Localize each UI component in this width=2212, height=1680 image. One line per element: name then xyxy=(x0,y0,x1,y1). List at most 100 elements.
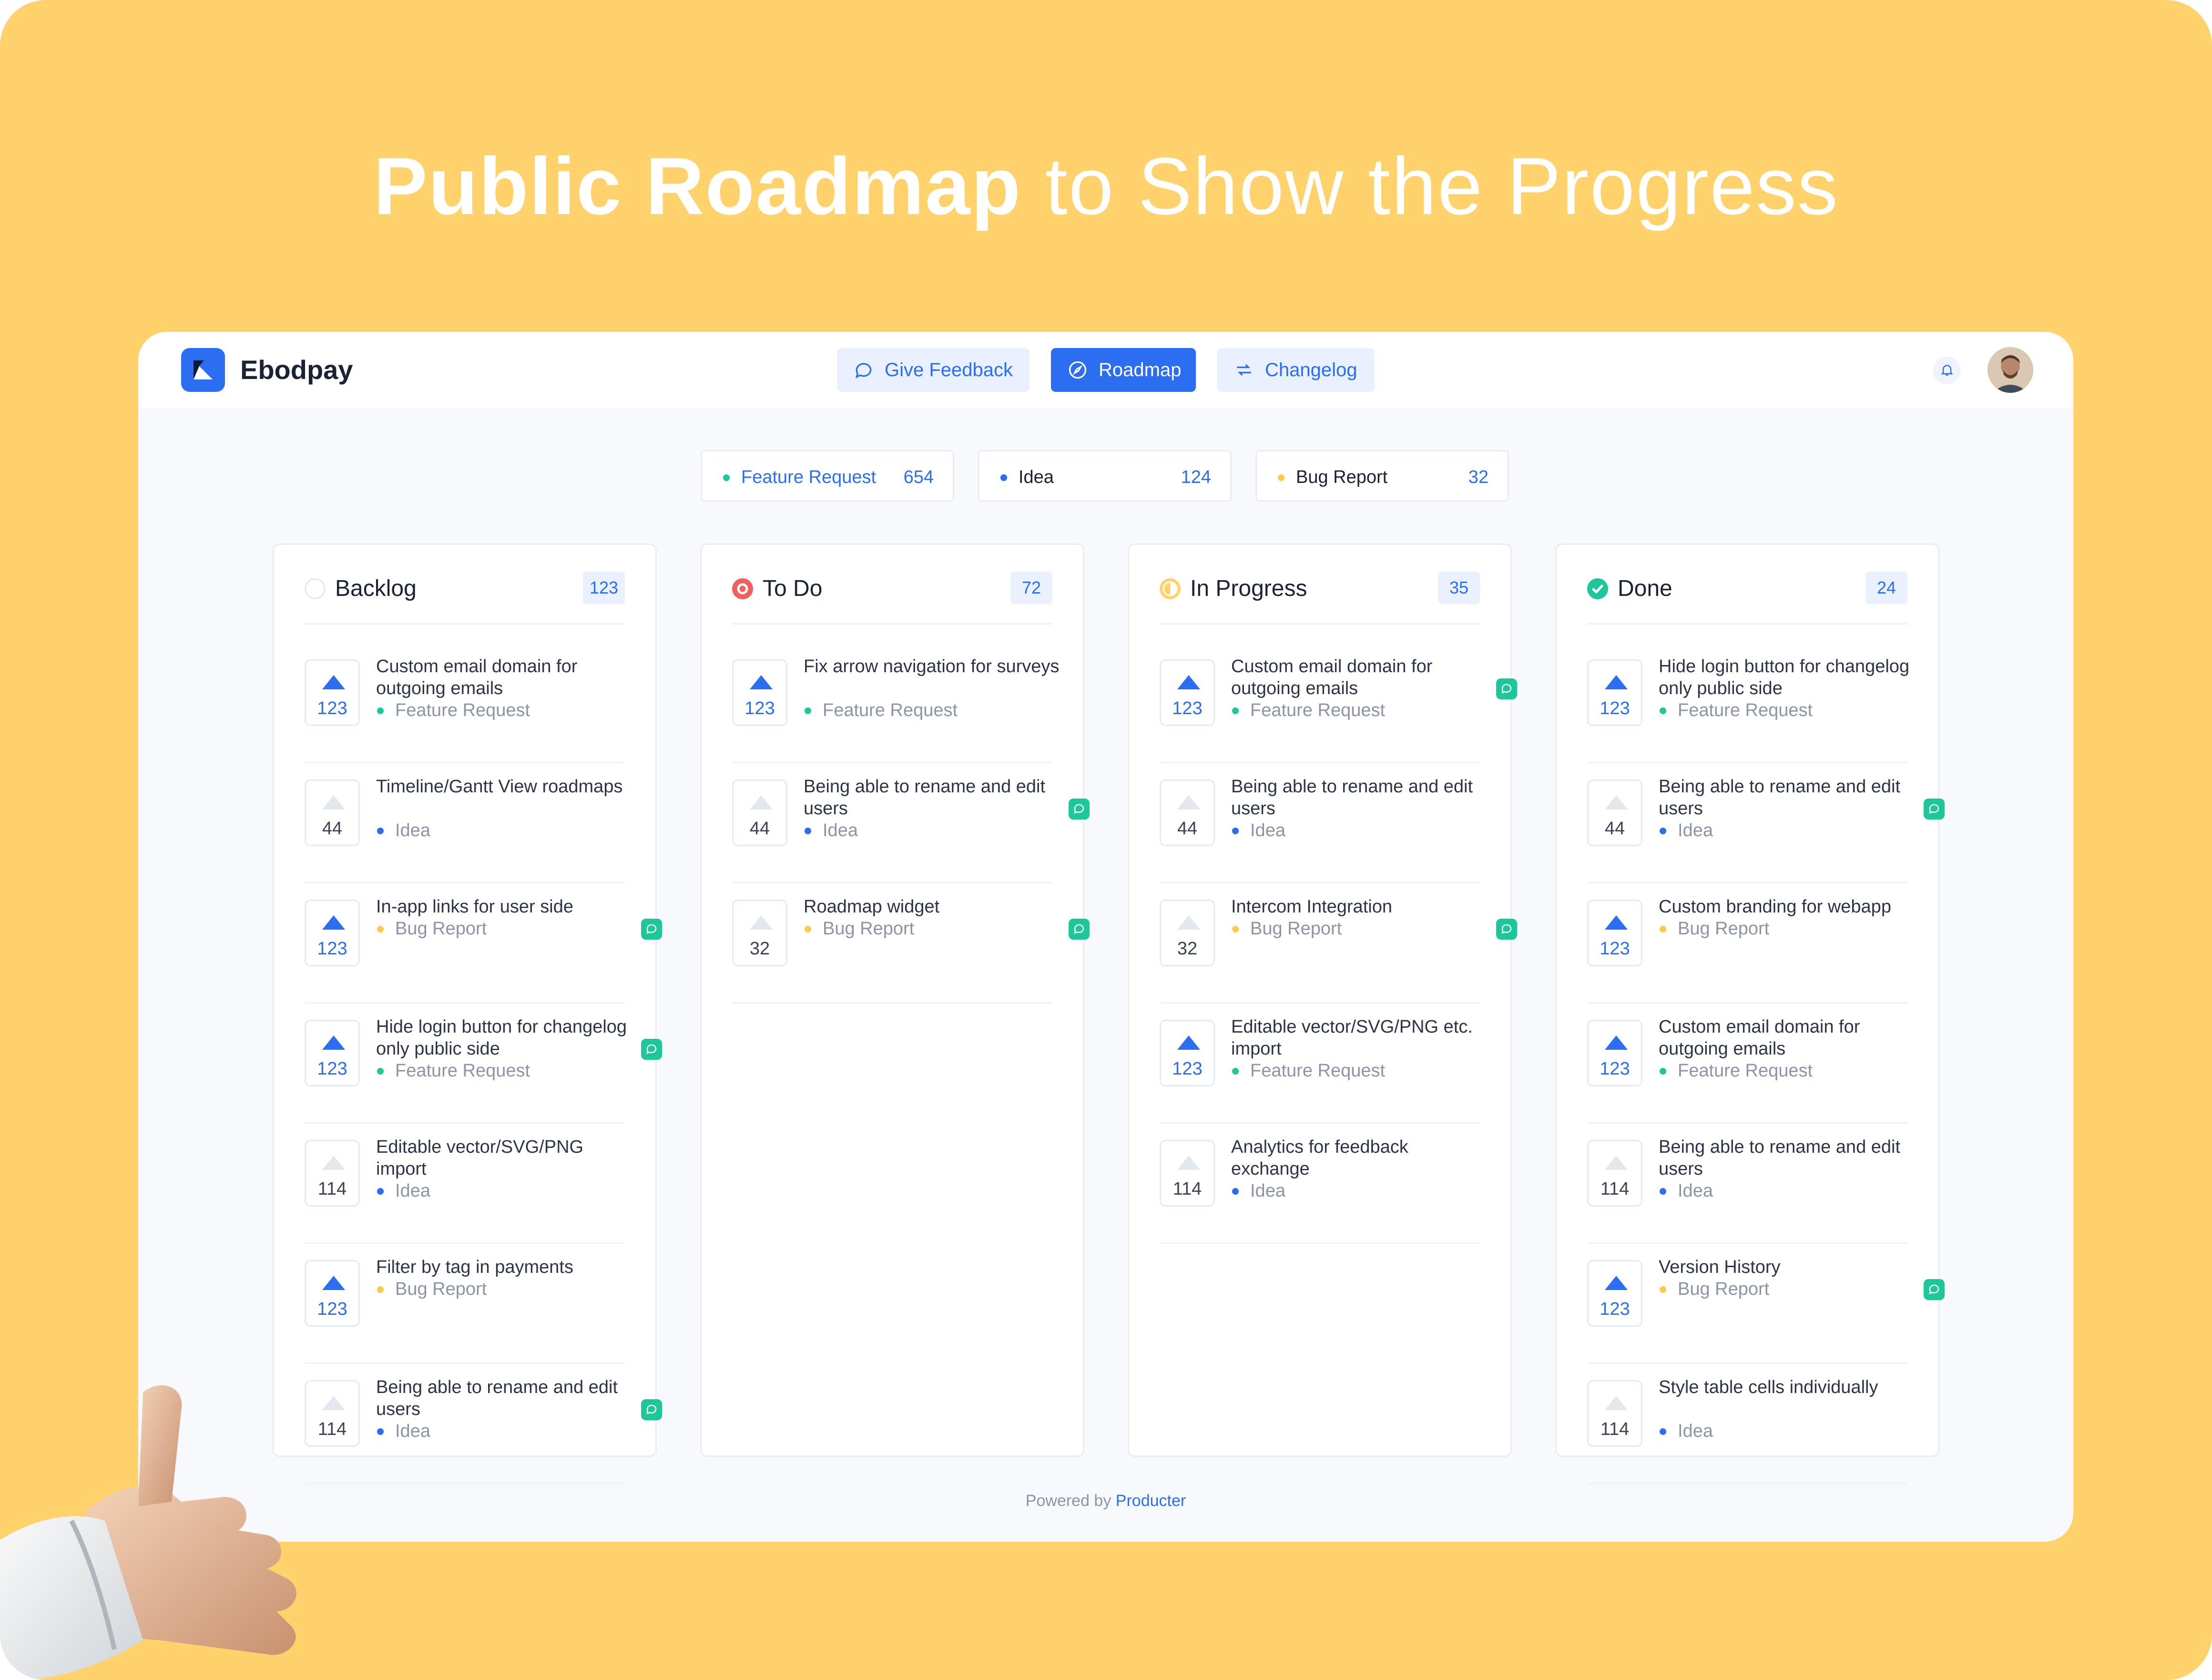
idea-dot xyxy=(1000,474,1007,481)
roadmap-button[interactable]: Roadmap xyxy=(1051,348,1196,392)
card-title[interactable]: Editable vector/SVG/PNG import xyxy=(376,1136,633,1180)
changelog-button[interactable]: Changelog xyxy=(1217,348,1375,392)
comment-icon[interactable] xyxy=(641,1039,662,1060)
upvote-button[interactable]: 123 xyxy=(1587,900,1642,966)
card-title[interactable]: Being able to rename and edit users xyxy=(1659,776,1916,820)
upvote-button[interactable]: 123 xyxy=(732,659,787,726)
roadmap-card[interactable]: 123 Custom email domain for outgoing emai… xyxy=(1587,1005,1907,1124)
card-title[interactable]: Being able to rename and edit users xyxy=(1231,776,1488,820)
tag-label: Idea xyxy=(395,1181,430,1201)
upvote-button[interactable]: 123 xyxy=(1587,1260,1642,1327)
filter-chip-bug-report[interactable]: Bug Report 32 xyxy=(1255,450,1509,502)
roadmap-card[interactable]: 123 Filter by tag in payments Bug Report xyxy=(305,1246,625,1364)
card-title[interactable]: Hide login button for changelog only pub… xyxy=(376,1016,633,1060)
upvote-button[interactable]: 123 xyxy=(1587,659,1642,726)
filter-chip-feature-request[interactable]: Feature Request 654 xyxy=(701,450,954,502)
card-title[interactable]: In-app links for user side xyxy=(376,896,633,918)
card-title[interactable]: Timeline/Gantt View roadmaps xyxy=(376,776,633,798)
notifications-button[interactable] xyxy=(1933,357,1961,384)
comment-icon[interactable] xyxy=(1069,799,1090,820)
card-title[interactable]: Editable vector/SVG/PNG etc. import xyxy=(1231,1016,1488,1060)
card-title[interactable]: Being able to rename and edit users xyxy=(1659,1136,1916,1180)
comment-icon[interactable] xyxy=(1069,919,1090,940)
roadmap-card[interactable]: 44 Being able to rename and edit users Ide… xyxy=(1587,765,1907,883)
card-title[interactable]: Roadmap widget xyxy=(804,896,1061,918)
roadmap-card[interactable]: 123 Custom email domain for outgoing emai… xyxy=(305,645,625,763)
card-title[interactable]: Custom email domain for outgoing emails xyxy=(1659,1016,1916,1060)
upvote-button[interactable]: 123 xyxy=(1160,659,1215,726)
card-title[interactable]: Filter by tag in payments xyxy=(376,1256,633,1278)
give-feedback-label: Give Feedback xyxy=(885,359,1013,380)
upvote-button[interactable]: 44 xyxy=(305,779,360,846)
roadmap-card[interactable]: 114 Style table cells individually Idea xyxy=(1587,1366,1907,1484)
card-title[interactable]: Being able to rename and edit users xyxy=(804,776,1061,820)
card-title[interactable]: Custom email domain for outgoing emails xyxy=(1231,656,1488,699)
user-avatar[interactable] xyxy=(1988,347,2033,393)
roadmap-card[interactable]: 114 Analytics for feedback exchange Idea xyxy=(1160,1126,1480,1244)
upvote-button[interactable]: 114 xyxy=(1587,1380,1642,1447)
roadmap-card[interactable]: 114 Being able to rename and edit users Id… xyxy=(1587,1126,1907,1244)
roadmap-card[interactable]: 123 Custom email domain for outgoing emai… xyxy=(1160,645,1480,763)
upvote-button[interactable]: 123 xyxy=(305,900,360,966)
logo-mark-icon[interactable] xyxy=(181,348,225,392)
filter-chip-idea[interactable]: Idea 124 xyxy=(978,450,1232,502)
card-title[interactable]: Fix arrow navigation for surveys xyxy=(804,656,1061,677)
vote-count: 32 xyxy=(749,939,770,959)
upvote-button[interactable]: 44 xyxy=(1587,779,1642,846)
upvote-button[interactable]: 44 xyxy=(1160,779,1215,846)
upvote-button[interactable]: 123 xyxy=(305,1260,360,1327)
tag-label: Bug Report xyxy=(395,1279,487,1299)
card-title[interactable]: Analytics for feedback exchange xyxy=(1231,1136,1488,1180)
card-tag: Feature Request xyxy=(376,1060,530,1082)
roadmap-card[interactable]: 44 Being able to rename and edit users Ide… xyxy=(1160,765,1480,883)
upvote-button[interactable]: 123 xyxy=(1587,1020,1642,1086)
card-title[interactable]: Intercom Integration xyxy=(1231,896,1488,918)
card-divider xyxy=(1160,1122,1480,1124)
card-title[interactable]: Hide login button for changelog only pub… xyxy=(1659,656,1916,699)
card-title[interactable]: Version History xyxy=(1659,1256,1916,1278)
tag-label: Feature Request xyxy=(1678,1061,1813,1081)
upvote-button[interactable]: 114 xyxy=(305,1140,360,1207)
roadmap-card[interactable]: 44 Being able to rename and edit users Ide… xyxy=(732,765,1052,883)
upvote-button[interactable]: 114 xyxy=(1160,1140,1215,1207)
card-title[interactable]: Custom email domain for outgoing emails xyxy=(376,656,633,699)
comment-icon[interactable] xyxy=(1924,1279,1945,1300)
column-header: Backlog 123 xyxy=(274,545,655,623)
card-title[interactable]: Style table cells individually xyxy=(1659,1376,1916,1398)
comment-icon[interactable] xyxy=(1924,799,1945,820)
comment-icon[interactable] xyxy=(641,1399,662,1420)
roadmap-card[interactable]: 123 In-app links for user side Bug Report xyxy=(305,885,625,1004)
vote-count: 114 xyxy=(1172,1179,1202,1199)
upvote-button[interactable]: 32 xyxy=(1160,900,1215,966)
roadmap-card[interactable]: 44 Timeline/Gantt View roadmaps Idea xyxy=(305,765,625,883)
upvote-button[interactable]: 123 xyxy=(305,1020,360,1086)
tag-dot xyxy=(1660,707,1666,714)
comment-icon[interactable] xyxy=(1496,919,1517,940)
roadmap-card[interactable]: 123 Fix arrow navigation for surveys Featu… xyxy=(732,645,1059,763)
todo-status-icon xyxy=(732,578,753,599)
filter-count: 654 xyxy=(903,467,934,487)
column-count-badge: 24 xyxy=(1865,572,1907,604)
give-feedback-button[interactable]: Give Feedback xyxy=(837,348,1030,392)
roadmap-card[interactable]: 32 Roadmap widget Bug Report xyxy=(732,885,1052,1004)
comment-icon[interactable] xyxy=(1496,678,1517,699)
comment-icon[interactable] xyxy=(641,919,662,940)
roadmap-card[interactable]: 123 Version History Bug Report xyxy=(1587,1246,1907,1364)
upvote-button[interactable]: 123 xyxy=(1160,1020,1215,1086)
roadmap-card[interactable]: 123 Custom branding for webapp Bug Report xyxy=(1587,885,1907,1004)
upvote-button[interactable]: 123 xyxy=(305,659,360,726)
card-title[interactable]: Being able to rename and edit users xyxy=(376,1376,633,1420)
upvote-button[interactable]: 114 xyxy=(1587,1140,1642,1207)
roadmap-card[interactable]: 123 Hide login button for changelog only … xyxy=(1587,645,1909,763)
roadmap-card[interactable]: 32 Intercom Integration Bug Report xyxy=(1160,885,1480,1004)
roadmap-card[interactable]: 114 Editable vector/SVG/PNG import Idea xyxy=(305,1126,625,1244)
upvote-button[interactable]: 44 xyxy=(732,779,787,846)
card-title[interactable]: Custom branding for webapp xyxy=(1659,896,1916,918)
roadmap-card[interactable]: 123 Editable vector/SVG/PNG etc. import Fe… xyxy=(1160,1005,1480,1124)
upvote-button[interactable]: 32 xyxy=(732,900,787,966)
brand-name[interactable]: Ebodpay xyxy=(240,353,353,387)
tag-label: Bug Report xyxy=(395,919,487,939)
producter-link[interactable]: Producter xyxy=(1116,1492,1186,1510)
filter-count: 124 xyxy=(1181,467,1211,487)
roadmap-card[interactable]: 123 Hide login button for changelog only … xyxy=(305,1005,627,1124)
